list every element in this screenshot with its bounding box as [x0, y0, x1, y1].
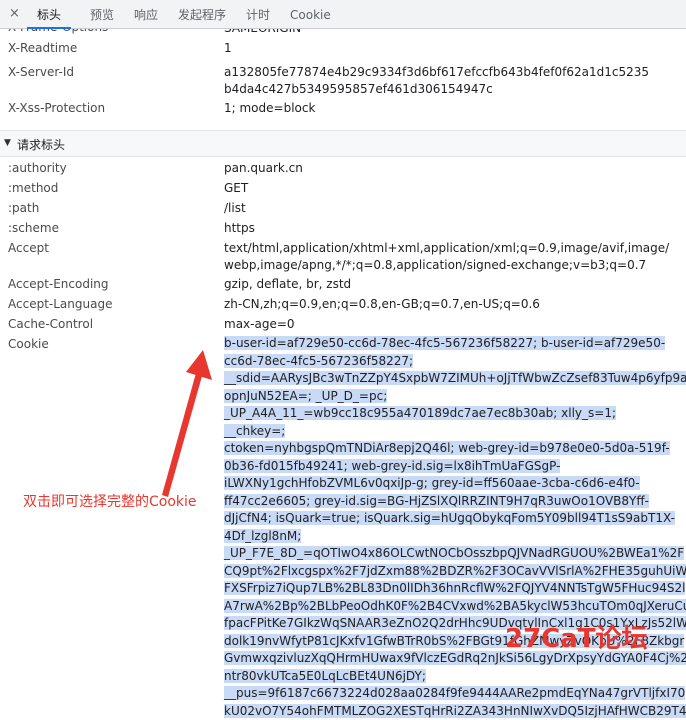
arrow-shaft [162, 373, 202, 497]
annotation-arrow-icon [0, 0, 686, 677]
cookie-line-text: __pus=9f6187c6673224d028aa0284f9fe9444AA… [224, 686, 685, 700]
watermark: 27CaT论坛 [505, 618, 648, 655]
cookie-line: __pus=9f6187c6673224d028aa0284f9fe9444AA… [224, 685, 680, 703]
cookie-line: kU02vO7Y54ohFMTMLZOG2XESTqHrRi2ZA343HnNI… [224, 703, 680, 720]
arrow-head [186, 350, 212, 380]
cookie-line-text: kU02vO7Y54ohFMTMLZOG2XESTqHrRi2ZA343HnNI… [224, 704, 686, 718]
annotation-text: 双击即可选择完整的Cookie [23, 491, 197, 511]
